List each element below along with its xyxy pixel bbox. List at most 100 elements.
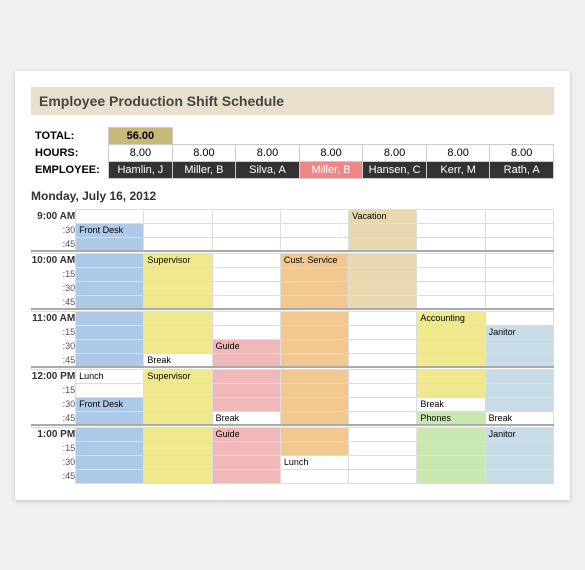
time-1200: 12:00 PM	[32, 369, 76, 383]
cell-hamlin-1145	[76, 353, 144, 367]
hours-millerb: 8.00	[299, 144, 363, 161]
cell-hamlin-frontdesk2: Front Desk	[76, 397, 144, 411]
cell-kerr-1045	[417, 295, 485, 309]
time-1215: :15	[32, 383, 76, 397]
cell-silva-945	[212, 237, 280, 251]
employee-miller: Miller, B	[172, 161, 236, 178]
cell-kerr-1215	[417, 383, 485, 397]
cell-kerr-break1: Break	[417, 397, 485, 411]
cell-hansen-1145	[349, 353, 417, 367]
cell-silva-1000	[212, 253, 280, 267]
table-row: 12:00 PM Lunch Supervisor	[32, 369, 554, 383]
employee-kerr: Kerr, M	[426, 161, 490, 178]
cell-millerb-930	[280, 223, 348, 237]
cell-hansen-1215	[349, 383, 417, 397]
cell-rath-930	[485, 223, 553, 237]
employee-rath: Rath, A	[490, 161, 554, 178]
time-1045: :45	[32, 295, 76, 309]
cell-hamlin-1115	[76, 325, 144, 339]
hours-hamlin: 8.00	[109, 144, 173, 161]
cell-miller-break1: Break	[144, 353, 212, 367]
time-130: :30	[32, 455, 76, 469]
cell-rath-janitor2: Janitor	[485, 427, 553, 441]
cell-silva-guide1: Guide	[212, 339, 280, 353]
schedule-table: 9:00 AM Vacation :30 Front Desk	[31, 209, 554, 484]
cell-millerb-900	[280, 209, 348, 223]
cell-kerr-1145	[417, 353, 485, 367]
cell-millerb-1200	[280, 369, 348, 383]
cell-rath-945	[485, 237, 553, 251]
table-row: :30 Lunch	[32, 455, 554, 469]
cell-hansen-945	[349, 237, 417, 251]
cell-hansen-1015	[349, 267, 417, 281]
cell-silva-1115	[212, 325, 280, 339]
cell-silva-930	[212, 223, 280, 237]
cell-rath-1230	[485, 397, 553, 411]
time-1100: 11:00 AM	[32, 311, 76, 325]
cell-millerb-1030	[280, 281, 348, 295]
cell-hansen-1200	[349, 369, 417, 383]
table-row: 10:00 AM Supervisor Cust. Service	[32, 253, 554, 267]
table-row: 1:00 PM Guide Janitor	[32, 427, 554, 441]
cell-miller-945	[144, 237, 212, 251]
cell-miller-1100	[144, 311, 212, 325]
time-930: :30	[32, 223, 76, 237]
cell-miller-1215	[144, 383, 212, 397]
cell-rath-1015	[485, 267, 553, 281]
cell-hamlin-945	[76, 237, 144, 251]
total-value: 56.00	[109, 127, 173, 144]
cell-miller-900	[144, 209, 212, 223]
time-145: :45	[32, 469, 76, 483]
cell-miller-supervisor2: Supervisor	[144, 369, 212, 383]
table-row: :45	[32, 469, 554, 483]
cell-rath-115	[485, 441, 553, 455]
cell-silva-130	[212, 455, 280, 469]
table-row: :15	[32, 441, 554, 455]
summary-table: TOTAL: 56.00 HOURS: 8.00 8.00 8.00 8.00 …	[31, 127, 554, 179]
cell-hansen-1230	[349, 397, 417, 411]
time-900: 9:00 AM	[32, 209, 76, 223]
hours-silva: 8.00	[236, 144, 300, 161]
cell-millerb-945	[280, 237, 348, 251]
cell-hamlin-1000	[76, 253, 144, 267]
cell-silva-900	[212, 209, 280, 223]
time-1015: :15	[32, 267, 76, 281]
hours-rath: 8.00	[490, 144, 554, 161]
cell-millerb-1015	[280, 267, 348, 281]
cell-silva-1230	[212, 397, 280, 411]
cell-millerb-1215	[280, 383, 348, 397]
cell-rath-145	[485, 469, 553, 483]
cell-kerr-1200	[417, 369, 485, 383]
cell-hansen-115	[349, 441, 417, 455]
time-1000: 10:00 AM	[32, 253, 76, 267]
cell-millerb-custservice: Cust. Service	[280, 253, 348, 267]
cell-rath-1130	[485, 339, 553, 353]
table-row: :45 Break	[32, 353, 554, 367]
cell-rath-1145	[485, 353, 553, 367]
cell-kerr-accounting: Accounting	[417, 311, 485, 325]
cell-hamlin-1245	[76, 411, 144, 425]
table-row: :30	[32, 281, 554, 295]
cell-hamlin-115	[76, 441, 144, 455]
cell-miller-1130	[144, 339, 212, 353]
cell-kerr-1130	[417, 339, 485, 353]
cell-silva-1145	[212, 353, 280, 367]
cell-silva-break2: Break	[212, 411, 280, 425]
employee-label: EMPLOYEE:	[31, 161, 109, 178]
cell-millerb-lunch: Lunch	[280, 455, 348, 469]
cell-silva-145	[212, 469, 280, 483]
cell-millerb-1045	[280, 295, 348, 309]
cell-hansen-1000	[349, 253, 417, 267]
cell-rath-1030	[485, 281, 553, 295]
cell-hansen-930	[349, 223, 417, 237]
hours-hansen: 8.00	[363, 144, 427, 161]
cell-hansen-1100	[349, 311, 417, 325]
cell-kerr-1000	[417, 253, 485, 267]
cell-kerr-930	[417, 223, 485, 237]
cell-hansen-1130	[349, 339, 417, 353]
cell-hansen-1045	[349, 295, 417, 309]
time-1245: :45	[32, 411, 76, 425]
time-1115: :15	[32, 325, 76, 339]
cell-hansen-1245	[349, 411, 417, 425]
cell-kerr-945	[417, 237, 485, 251]
